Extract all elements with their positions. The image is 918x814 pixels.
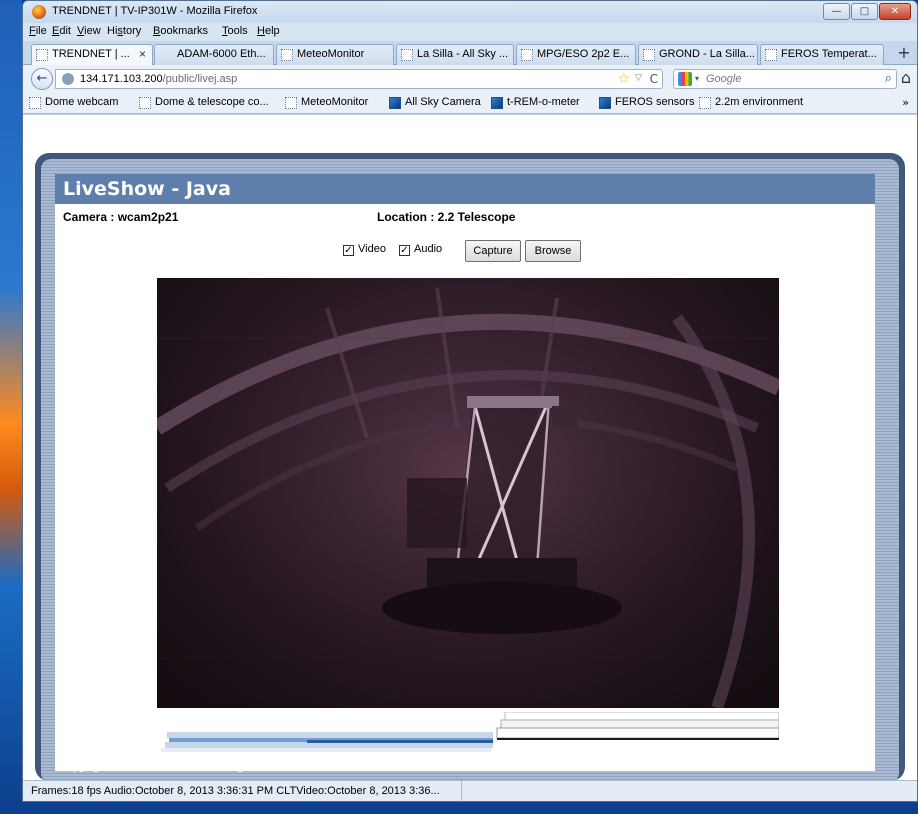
bookmark-feros-sensors[interactable]: FEROS sensors <box>599 96 694 109</box>
tab-label: FEROS Temperat... <box>781 48 877 60</box>
tab-label: MeteoMonitor <box>297 48 365 60</box>
bookmark-meteomonitor[interactable]: MeteoMonitor <box>285 96 368 109</box>
firefox-icon <box>32 5 46 19</box>
tab-adam[interactable]: ADAM-6000 Eth... <box>154 44 274 65</box>
capture-button[interactable]: Capture <box>465 240 521 262</box>
menu-edit[interactable]: Edit <box>52 25 71 37</box>
page-icon <box>521 49 533 61</box>
reload-icon[interactable]: C <box>650 72 658 86</box>
menu-history[interactable]: History <box>107 25 141 37</box>
page-icon <box>401 49 413 61</box>
tab-label: TRENDNET | ... <box>52 48 130 60</box>
location-label: Location : 2.2 Telescope <box>377 210 516 224</box>
home-icon[interactable]: ⌂ <box>901 68 911 87</box>
status-text: Frames:18 fps Audio:October 8, 2013 3:36… <box>31 785 440 797</box>
back-button[interactable]: ← <box>31 68 53 90</box>
audio-checkbox-label[interactable]: Audio <box>414 243 442 255</box>
browse-button[interactable]: Browse <box>525 240 581 262</box>
page-icon <box>281 49 293 61</box>
maximize-button[interactable]: □ <box>851 3 878 20</box>
app-header: LiveShow - Java <box>55 174 875 204</box>
close-window-button[interactable]: ✕ <box>879 3 911 20</box>
camera-label: Camera : wcam2p21 <box>63 210 179 224</box>
search-input[interactable]: Google <box>706 73 741 85</box>
video-controls: ✓ Video ✓ Audio Capture Browse <box>55 240 875 262</box>
url-bar[interactable]: 134.171.103.200/public/livej.asp ☆ ▽ C <box>55 69 663 89</box>
menu-help[interactable]: Help <box>257 25 280 37</box>
bookmark-dome-telescope[interactable]: Dome & telescope co... <box>139 96 269 109</box>
tab-label: La Silla - All Sky ... <box>417 48 509 60</box>
copyright-notice: Copyright © 2006 TRENDnet. All Rights Re… <box>61 763 315 773</box>
bookmark-all-sky-camera[interactable]: All Sky Camera <box>389 96 481 109</box>
taskbar-edge <box>0 800 918 814</box>
bookmark-star-icon[interactable]: ☆ <box>617 71 630 87</box>
live-video-feed[interactable] <box>157 278 779 708</box>
page-icon <box>29 97 41 109</box>
tab-meteomonitor[interactable]: MeteoMonitor <box>276 44 394 65</box>
navigation-bar: ← 134.171.103.200/public/livej.asp ☆ ▽ C… <box>23 65 917 92</box>
status-bar: Frames:18 fps Audio:October 8, 2013 3:36… <box>23 780 917 801</box>
tab-bar: TRENDNET | ... × ADAM-6000 Eth... MeteoM… <box>23 41 917 66</box>
tab-allsky[interactable]: La Silla - All Sky ... <box>396 44 514 65</box>
desktop-background <box>0 0 22 814</box>
site-identity-icon[interactable] <box>62 73 74 85</box>
page-icon <box>765 49 777 61</box>
status-separator <box>461 781 462 801</box>
search-engine-dropdown-icon[interactable]: ▾ <box>695 74 699 83</box>
menu-file[interactable]: File <box>29 25 47 37</box>
audio-checkbox[interactable]: ✓ <box>399 245 410 256</box>
video-checkbox[interactable]: ✓ <box>343 245 354 256</box>
search-bar[interactable]: ▾ Google ⌕ <box>673 69 897 89</box>
bookmarks-toolbar: Dome webcam Dome & telescope co... Meteo… <box>23 92 917 114</box>
tab-trendnet[interactable]: TRENDNET | ... × <box>31 44 153 66</box>
tab-grond[interactable]: GROND - La Silla... <box>638 44 758 65</box>
sky-icon <box>389 97 401 109</box>
search-icon[interactable]: ⌕ <box>885 71 892 86</box>
window-title: TRENDNET | TV-IP301W - Mozilla Firefox <box>52 5 258 17</box>
tab-mpg-eso[interactable]: MPG/ESO 2p2 E... <box>516 44 636 65</box>
app-frame: LiveShow - Java Camera : wcam2p21 Locati… <box>35 153 905 780</box>
google-icon[interactable] <box>678 72 692 86</box>
history-dropdown-icon[interactable]: ▽ <box>635 73 642 83</box>
menu-bookmarks[interactable]: Bookmarks <box>153 25 208 37</box>
tab-label: MPG/ESO 2p2 E... <box>537 48 630 60</box>
tab-label: GROND - La Silla... <box>659 48 755 60</box>
applet-scrollbar-area <box>157 711 780 762</box>
page-icon <box>285 97 297 109</box>
video-checkbox-label[interactable]: Video <box>358 243 386 255</box>
page-title: LiveShow - Java <box>63 178 231 200</box>
bookmark-2-2m-environment[interactable]: 2.2m environment <box>699 96 803 109</box>
menu-tools[interactable]: Tools <box>222 25 248 37</box>
page-icon <box>643 49 655 61</box>
bookmarks-overflow-icon[interactable]: » <box>902 96 909 109</box>
page-icon <box>36 49 48 61</box>
browser-window: TRENDNET | TV-IP301W - Mozilla Firefox —… <box>22 0 918 802</box>
tab-feros[interactable]: FEROS Temperat... <box>760 44 884 65</box>
page-icon <box>699 97 711 109</box>
new-tab-button[interactable]: + <box>895 45 913 63</box>
page-icon <box>139 97 151 109</box>
telescope-dome-image <box>157 278 779 708</box>
menu-bar: File Edit View History Bookmarks Tools H… <box>23 23 917 41</box>
bookmark-dome-webcam[interactable]: Dome webcam <box>29 96 118 109</box>
sky-icon <box>599 97 611 109</box>
url-text[interactable]: 134.171.103.200/public/livej.asp <box>80 73 237 85</box>
page-content: LiveShow - Java Camera : wcam2p21 Locati… <box>23 115 917 780</box>
sky-icon <box>491 97 503 109</box>
title-bar: TRENDNET | TV-IP301W - Mozilla Firefox —… <box>23 1 917 23</box>
minimize-button[interactable]: — <box>823 3 850 20</box>
close-tab-icon[interactable]: × <box>139 47 146 61</box>
bookmark-t-rem-o-meter[interactable]: t-REM-o-meter <box>491 96 580 109</box>
menu-view[interactable]: View <box>77 25 101 37</box>
tab-label: ADAM-6000 Eth... <box>177 48 266 60</box>
app-body: Camera : wcam2p21 Location : 2.2 Telesco… <box>55 204 875 771</box>
